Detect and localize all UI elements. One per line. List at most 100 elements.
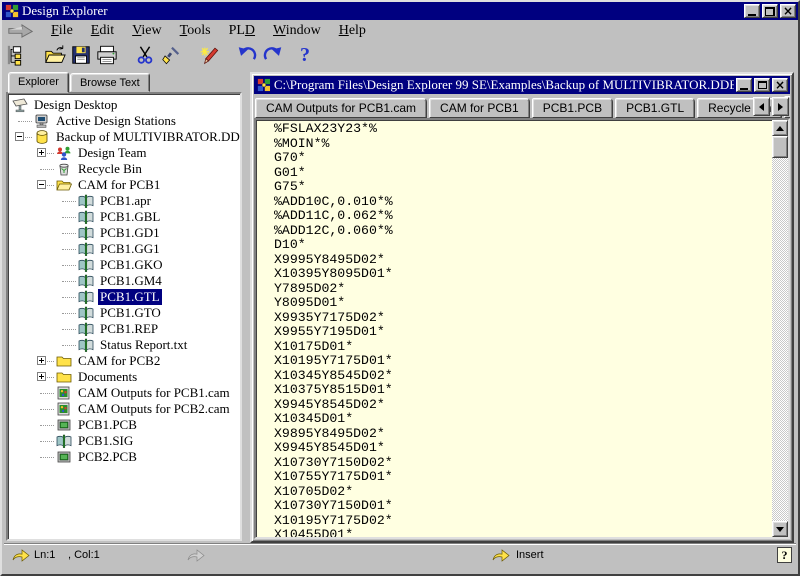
app-logo-icon — [5, 4, 19, 18]
tree-item-pcb1-gtl[interactable]: PCB1.GTL — [8, 289, 240, 305]
close-button[interactable]: × — [780, 4, 796, 18]
tab-scroll-right-button[interactable] — [772, 97, 789, 116]
doc-tab-cam-outputs-for-pcb1-cam[interactable]: CAM Outputs for PCB1.cam — [255, 98, 427, 118]
editor-line: X10730Y7150D02* — [274, 456, 770, 471]
doc-tab-pcb1-pcb[interactable]: PCB1.PCB — [532, 98, 613, 118]
tree-item-pcb1-gg1[interactable]: PCB1.GG1 — [8, 241, 240, 257]
tree-label: PCB1.GD1 — [98, 225, 162, 241]
doc-maximize-button[interactable] — [754, 78, 770, 92]
tree-item-pcb1-sig[interactable]: PCB1.SIG — [8, 433, 240, 449]
title-bar: Design Explorer × — [2, 2, 798, 20]
tree-item-design-desktop[interactable]: Design Desktop — [8, 97, 240, 113]
wizard-button[interactable] — [196, 42, 222, 68]
undo-icon — [236, 44, 258, 66]
editor-vscrollbar[interactable] — [772, 120, 788, 537]
tree-item-cam-outputs-for-pcb2-cam[interactable]: CAM Outputs for PCB2.cam — [8, 401, 240, 417]
editor-line: X10455D01* — [274, 528, 770, 537]
tree-item-cam-outputs-for-pcb1-cam[interactable]: CAM Outputs for PCB1.cam — [8, 385, 240, 401]
doc-minimize-button[interactable] — [736, 78, 752, 92]
redo-button[interactable] — [260, 42, 286, 68]
tree-label: PCB1.GG1 — [98, 241, 162, 257]
tree-item-backup-of-multivibrator-ddb[interactable]: Backup of MULTIVIBRATOR.DDB — [8, 129, 240, 145]
editor-line: Y8095D01* — [274, 296, 770, 311]
tree-item-pcb1-apr[interactable]: PCB1.apr — [8, 193, 240, 209]
tree-item-pcb1-gd1[interactable]: PCB1.GD1 — [8, 225, 240, 241]
text-editor[interactable]: %FSLAX23Y23*%%MOIN*%G70*G01*G75*%ADD10C,… — [254, 118, 790, 539]
tab-browse-text[interactable]: Browse Text — [70, 73, 150, 92]
document-window-controls: × — [734, 78, 788, 92]
paste-button[interactable] — [158, 42, 184, 68]
tree-item-active-design-stations[interactable]: Active Design Stations — [8, 113, 240, 129]
cut-icon — [134, 44, 156, 66]
menu-pld[interactable]: PLD — [220, 22, 264, 40]
tree-item-cam-for-pcb1[interactable]: CAM for PCB1 — [8, 177, 240, 193]
tree-connector — [62, 249, 76, 250]
editor-content[interactable]: %FSLAX23Y23*%%MOIN*%G70*G01*G75*%ADD10C,… — [274, 122, 770, 537]
minus-expander-icon[interactable] — [15, 132, 24, 141]
tree-connector — [62, 201, 76, 202]
tree-item-pcb1-gto[interactable]: PCB1.GTO — [8, 305, 240, 321]
save-button[interactable] — [68, 42, 94, 68]
tree-item-documents[interactable]: Documents — [8, 369, 240, 385]
database-icon — [34, 129, 50, 145]
design-menu-arrow-icon[interactable] — [6, 23, 36, 38]
document-title-bar: C:\Program Files\Design Explorer 99 SE\E… — [254, 76, 790, 94]
minimize-button[interactable] — [744, 4, 760, 18]
tree-item-status-report-txt[interactable]: Status Report.txt — [8, 337, 240, 353]
tree-item-pcb1-pcb[interactable]: PCB1.PCB — [8, 417, 240, 433]
tree-item-pcb1-gm4[interactable]: PCB1.GM4 — [8, 273, 240, 289]
minus-expander-icon[interactable] — [37, 180, 46, 189]
tree-connector — [40, 393, 54, 394]
editor-line: D10* — [274, 238, 770, 253]
menu-bar: FileEditViewToolsPLDWindowHelp — [2, 20, 798, 41]
tree-connector — [40, 169, 54, 170]
menu-window[interactable]: Window — [264, 22, 330, 40]
tree-item-pcb1-rep[interactable]: PCB1.REP — [8, 321, 240, 337]
tree-item-design-team[interactable]: Design Team — [8, 145, 240, 161]
tab-explorer[interactable]: Explorer — [8, 72, 69, 93]
plus-expander-icon[interactable] — [37, 372, 46, 381]
pcb-icon — [56, 449, 72, 465]
restore-button[interactable] — [762, 4, 778, 18]
tab-scroll-left-button[interactable] — [753, 97, 770, 116]
tree-label: Status Report.txt — [98, 337, 189, 353]
tree-item-pcb1-gko[interactable]: PCB1.GKO — [8, 257, 240, 273]
tree-item-cam-for-pcb2[interactable]: CAM for PCB2 — [8, 353, 240, 369]
column-indicator: , Col:1 — [68, 549, 100, 561]
help-icon: ? — [300, 44, 322, 66]
print-button[interactable] — [94, 42, 120, 68]
scroll-thumb[interactable] — [772, 136, 788, 158]
doc-tab-cam-for-pcb1[interactable]: CAM for PCB1 — [429, 98, 530, 118]
menu-tools[interactable]: Tools — [171, 22, 220, 40]
tree-item-pcb1-gbl[interactable]: PCB1.GBL — [8, 209, 240, 225]
cut-button[interactable] — [132, 42, 158, 68]
folder-closed-icon — [56, 369, 72, 385]
design-manager-toggle-button[interactable] — [4, 42, 30, 68]
tree-label: PCB1.GM4 — [98, 273, 164, 289]
menu-edit[interactable]: Edit — [82, 22, 123, 40]
tree-item-pcb2-pcb[interactable]: PCB2.PCB — [8, 449, 240, 465]
menu-help[interactable]: Help — [330, 22, 375, 40]
book-icon — [78, 257, 94, 273]
folder-open-icon — [56, 177, 72, 193]
insert-arrow-icon — [492, 548, 510, 562]
plus-expander-icon[interactable] — [37, 148, 46, 157]
doc-close-button[interactable]: × — [772, 78, 788, 92]
book-icon — [78, 321, 94, 337]
open-document-button[interactable] — [42, 42, 68, 68]
status-help-button[interactable]: ? — [777, 547, 792, 563]
menu-file[interactable]: File — [42, 22, 82, 40]
book-icon — [78, 225, 94, 241]
team-icon — [56, 145, 72, 161]
tree-label: Active Design Stations — [54, 113, 178, 129]
help-button[interactable]: ? — [298, 42, 324, 68]
scroll-up-button[interactable] — [772, 120, 788, 136]
plus-expander-icon[interactable] — [37, 356, 46, 365]
scroll-down-button[interactable] — [772, 521, 788, 537]
menu-view[interactable]: View — [123, 22, 171, 40]
editor-line: X10375Y8515D01* — [274, 383, 770, 398]
undo-button[interactable] — [234, 42, 260, 68]
paste-icon — [160, 44, 182, 66]
tree-item-recycle-bin[interactable]: Recycle Bin — [8, 161, 240, 177]
doc-tab-pcb1-gtl[interactable]: PCB1.GTL — [615, 98, 695, 118]
